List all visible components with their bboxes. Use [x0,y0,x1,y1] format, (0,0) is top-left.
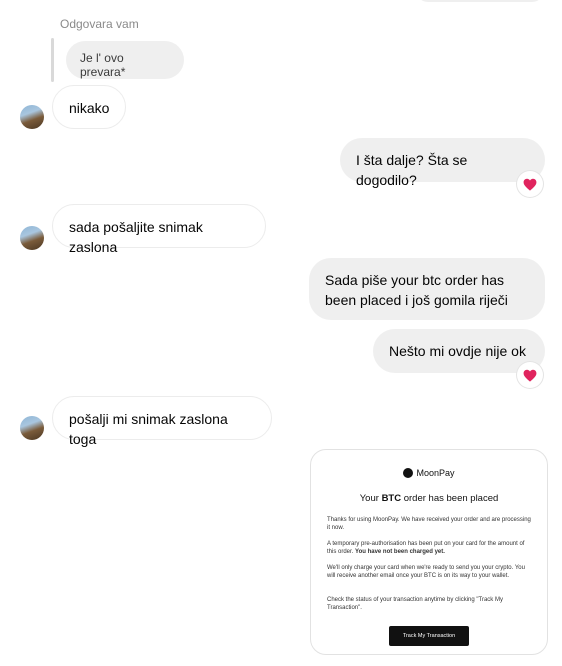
email-paragraph: Thanks for using MoonPay. We have receiv… [327,517,531,531]
heart-reaction[interactable] [517,362,543,388]
email-paragraph: A temporary pre-authorisation has been p… [327,541,525,555]
heart-reaction[interactable] [517,171,543,197]
reply-bar [51,38,54,82]
reply-label: Odgovara vam [60,17,139,31]
incoming-message[interactable]: pošalji mi snimak zaslona toga [52,396,272,447]
moonpay-logo-icon [403,468,414,478]
heart-icon [523,178,537,191]
outgoing-message[interactable]: Sada piše your btc order has been placed… [309,258,545,320]
outgoing-message[interactable]: I šta dalje? Šta se dogodilo? [340,138,545,188]
order-title: Your BTC order has been placed [359,493,499,504]
email-paragraph: We'll only charge your card when we're r… [327,565,525,579]
quoted-message[interactable]: Je l' ovo prevara* [66,41,184,79]
avatar[interactable] [20,226,44,250]
moonpay-logo: MoonPay [311,468,547,478]
previous-message-bubble [416,0,544,2]
incoming-message[interactable]: nikako [52,85,126,129]
avatar[interactable] [20,105,44,129]
track-transaction-button: Track My Transaction [389,626,469,646]
incoming-message[interactable]: sada pošaljite snimak zaslona [52,204,266,255]
heart-icon [523,369,537,382]
email-paragraph: Check the status of your transaction any… [327,597,503,611]
image-attachment[interactable]: MoonPay Your BTC order has been placed T… [310,449,548,655]
avatar[interactable] [20,416,44,440]
